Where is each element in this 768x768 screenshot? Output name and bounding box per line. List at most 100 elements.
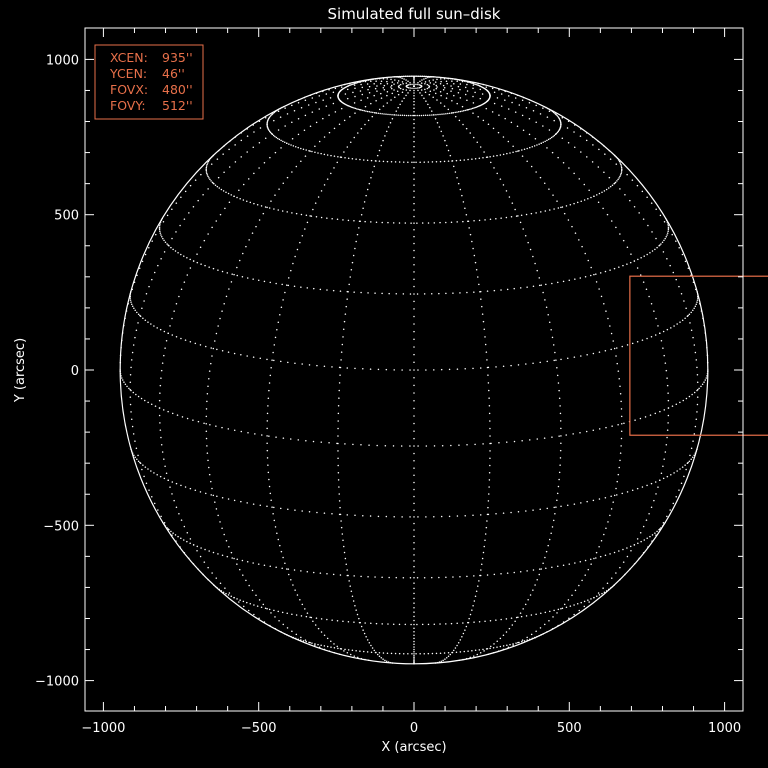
longitude-dot (278, 619, 280, 622)
latitude-dot (331, 513, 333, 515)
longitude-dot (428, 80, 431, 82)
latitude-dot (399, 114, 402, 116)
longitude-dot (251, 589, 254, 592)
latitude-dot (626, 344, 629, 346)
longitude-dot (413, 619, 415, 622)
longitude-dot (239, 259, 241, 262)
longitude-dot (238, 601, 240, 603)
longitude-dot (413, 263, 415, 266)
latitude-dot (429, 114, 431, 116)
latitude-dot (462, 220, 464, 223)
latitude-dot (253, 604, 255, 606)
longitude-dot (440, 94, 442, 97)
latitude-dot (533, 145, 536, 147)
longitude-dot (461, 80, 464, 83)
latitude-dot (426, 114, 429, 116)
longitude-dot (315, 121, 318, 124)
latitude-dot (467, 650, 469, 652)
latitude-dot (326, 618, 328, 621)
longitude-dot (167, 244, 169, 246)
longitude-dot (534, 584, 536, 586)
longitude-dot (675, 278, 677, 281)
longitude-dot (423, 78, 425, 80)
latitude-dot (246, 502, 248, 504)
longitude-dot (350, 141, 352, 143)
longitude-dot (266, 123, 268, 125)
longitude-dot (482, 320, 485, 323)
longitude-dot (660, 339, 663, 342)
longitude-dot (215, 220, 217, 222)
longitude-dot (489, 450, 491, 452)
longitude-dot (595, 551, 598, 554)
longitude-dot (461, 105, 464, 108)
longitude-dot (464, 86, 467, 89)
latitude-dot (492, 647, 495, 649)
longitude-dot (428, 93, 431, 96)
longitude-dot (524, 603, 527, 606)
latitude-dot (610, 348, 612, 351)
longitude-dot (413, 104, 415, 106)
longitude-dot (445, 97, 448, 99)
latitude-dot (326, 573, 328, 575)
longitude-dot (519, 612, 522, 614)
latitude-dot (290, 438, 292, 440)
longitude-dot (540, 284, 542, 286)
longitude-dot (323, 136, 326, 138)
latitude-dot (385, 368, 388, 371)
longitude-dot (488, 493, 490, 495)
latitude-dot (520, 214, 523, 217)
longitude-dot (362, 207, 364, 209)
longitude-dot (608, 176, 611, 179)
latitude-dot (703, 381, 705, 383)
latitude-dot (685, 397, 688, 400)
longitude-dot (246, 135, 249, 137)
longitude-dot (571, 594, 573, 596)
longitude-dot (690, 329, 693, 331)
longitude-dot (212, 182, 215, 184)
longitude-dot (158, 414, 161, 417)
latitude-dot (626, 491, 629, 493)
latitude-dot (440, 368, 443, 371)
latitude-dot (259, 357, 261, 360)
longitude-dot (642, 281, 645, 283)
longitude-dot (413, 202, 415, 205)
longitude-dot (399, 87, 402, 90)
longitude-dot (526, 160, 528, 163)
longitude-dot (413, 592, 415, 595)
latitude-dot (496, 154, 498, 157)
longitude-dot (397, 93, 400, 96)
longitude-dot (334, 87, 337, 90)
longitude-dot (352, 254, 355, 257)
longitude-dot (309, 215, 311, 217)
longitude-dot (165, 472, 168, 474)
longitude-dot (488, 479, 491, 481)
latitude-dot (273, 506, 275, 509)
longitude-dot (389, 122, 392, 124)
info-xcen-key: XCEN: (110, 50, 148, 65)
latitude-dot (210, 494, 212, 496)
latitude-dot (409, 369, 411, 371)
longitude-dot (620, 430, 623, 432)
latitude-dot (445, 112, 447, 115)
longitude-dot (339, 156, 342, 158)
latitude-dot (326, 154, 329, 156)
latitude-dot (500, 573, 502, 575)
latitude-dot (535, 212, 537, 214)
longitude-dot (167, 479, 169, 481)
longitude-dot (297, 133, 300, 136)
longitude-dot (214, 340, 216, 342)
latitude-dot (433, 515, 435, 518)
longitude-dot (304, 99, 307, 102)
latitude-dot (266, 505, 268, 508)
latitude-dot (295, 146, 297, 148)
latitude-dot (579, 432, 581, 434)
latitude-dot (530, 212, 533, 215)
latitude-dot (205, 345, 207, 348)
longitude-dot (581, 245, 583, 248)
longitude-dot (413, 606, 415, 609)
latitude-dot (280, 139, 282, 142)
longitude-dot (621, 423, 623, 425)
longitude-dot (612, 340, 614, 342)
longitude-dot (452, 649, 455, 652)
latitude-dot (257, 563, 260, 565)
